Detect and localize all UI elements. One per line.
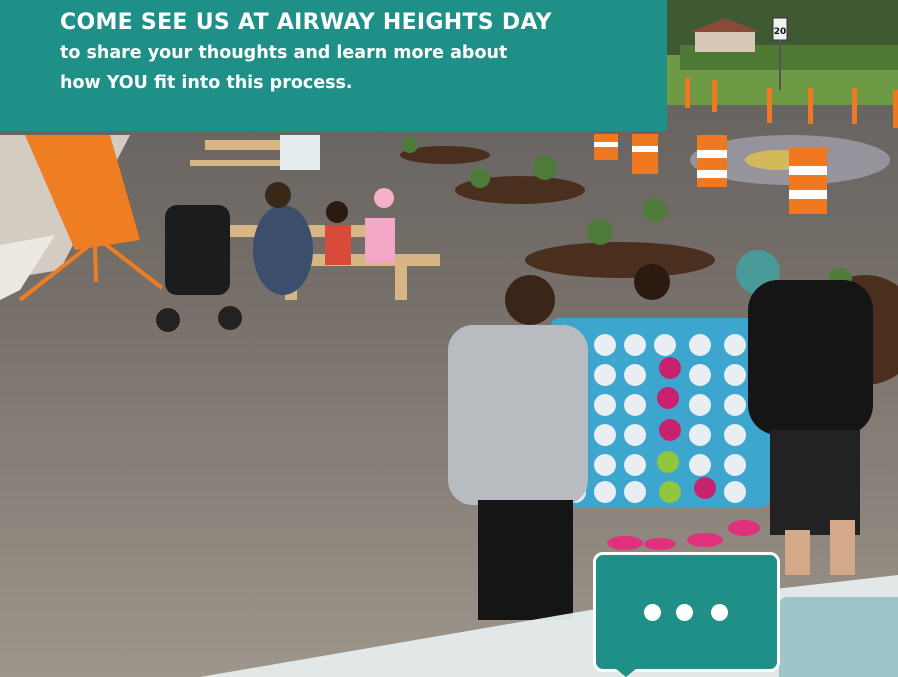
ellipsis-dots [644, 604, 730, 622]
banner-title: COME SEE US AT AIRWAY HEIGHTS DAY [60, 10, 552, 35]
dot-icon [644, 604, 661, 621]
girl-player [634, 264, 670, 300]
banner-subtitle-line-1: to share your thoughts and learn more ab… [60, 43, 508, 63]
dot-icon [711, 604, 728, 621]
decorative-panel [779, 597, 898, 677]
distant-house [695, 30, 755, 52]
dot-icon [676, 604, 693, 621]
mulch-bed [525, 242, 715, 278]
banner-subtitle-line-2: how YOU fit into this process. [60, 73, 353, 93]
speed-limit-sign-text: 20 [774, 27, 787, 37]
speech-bubble-tail [615, 668, 637, 677]
event-banner: COME SEE US AT AIRWAY HEIGHTS DAY to sha… [0, 0, 667, 131]
